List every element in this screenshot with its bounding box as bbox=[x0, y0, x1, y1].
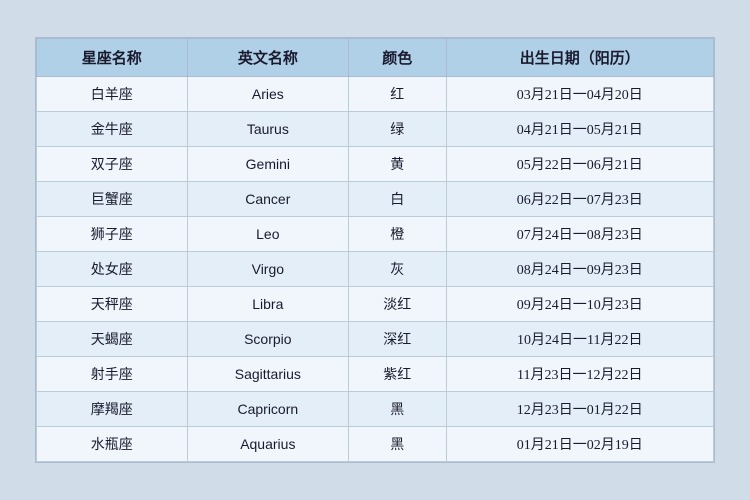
table-header: 星座名称 英文名称 颜色 出生日期（阳历） bbox=[37, 39, 714, 77]
table-row: 白羊座Aries红03月21日一04月20日 bbox=[37, 77, 714, 112]
table-row: 双子座Gemini黄05月22日一06月21日 bbox=[37, 147, 714, 182]
cell-chinese-name: 射手座 bbox=[37, 357, 188, 392]
cell-english-name: Aries bbox=[187, 77, 348, 112]
cell-color: 灰 bbox=[349, 252, 446, 287]
cell-color: 红 bbox=[349, 77, 446, 112]
cell-color: 绿 bbox=[349, 112, 446, 147]
cell-english-name: Leo bbox=[187, 217, 348, 252]
cell-color: 淡红 bbox=[349, 287, 446, 322]
cell-dates: 03月21日一04月20日 bbox=[446, 77, 713, 112]
table-row: 处女座Virgo灰08月24日一09月23日 bbox=[37, 252, 714, 287]
table-row: 摩羯座Capricorn黑12月23日一01月22日 bbox=[37, 392, 714, 427]
cell-chinese-name: 处女座 bbox=[37, 252, 188, 287]
table-row: 狮子座Leo橙07月24日一08月23日 bbox=[37, 217, 714, 252]
cell-chinese-name: 天秤座 bbox=[37, 287, 188, 322]
cell-dates: 01月21日一02月19日 bbox=[446, 427, 713, 462]
cell-english-name: Sagittarius bbox=[187, 357, 348, 392]
cell-chinese-name: 摩羯座 bbox=[37, 392, 188, 427]
table-row: 射手座Sagittarius紫红11月23日一12月22日 bbox=[37, 357, 714, 392]
header-row: 星座名称 英文名称 颜色 出生日期（阳历） bbox=[37, 39, 714, 77]
cell-chinese-name: 金牛座 bbox=[37, 112, 188, 147]
cell-english-name: Taurus bbox=[187, 112, 348, 147]
cell-english-name: Gemini bbox=[187, 147, 348, 182]
header-english-name: 英文名称 bbox=[187, 39, 348, 77]
header-dates: 出生日期（阳历） bbox=[446, 39, 713, 77]
cell-chinese-name: 白羊座 bbox=[37, 77, 188, 112]
cell-color: 黄 bbox=[349, 147, 446, 182]
cell-color: 紫红 bbox=[349, 357, 446, 392]
table-row: 天蝎座Scorpio深红10月24日一11月22日 bbox=[37, 322, 714, 357]
cell-english-name: Scorpio bbox=[187, 322, 348, 357]
cell-dates: 09月24日一10月23日 bbox=[446, 287, 713, 322]
table-body: 白羊座Aries红03月21日一04月20日金牛座Taurus绿04月21日一0… bbox=[37, 77, 714, 462]
cell-dates: 12月23日一01月22日 bbox=[446, 392, 713, 427]
cell-chinese-name: 巨蟹座 bbox=[37, 182, 188, 217]
cell-color: 黑 bbox=[349, 427, 446, 462]
cell-dates: 08月24日一09月23日 bbox=[446, 252, 713, 287]
table-row: 水瓶座Aquarius黑01月21日一02月19日 bbox=[37, 427, 714, 462]
cell-color: 橙 bbox=[349, 217, 446, 252]
table-row: 天秤座Libra淡红09月24日一10月23日 bbox=[37, 287, 714, 322]
cell-dates: 11月23日一12月22日 bbox=[446, 357, 713, 392]
cell-dates: 06月22日一07月23日 bbox=[446, 182, 713, 217]
zodiac-table: 星座名称 英文名称 颜色 出生日期（阳历） 白羊座Aries红03月21日一04… bbox=[36, 38, 714, 462]
header-color: 颜色 bbox=[349, 39, 446, 77]
cell-english-name: Cancer bbox=[187, 182, 348, 217]
cell-chinese-name: 狮子座 bbox=[37, 217, 188, 252]
table-row: 巨蟹座Cancer白06月22日一07月23日 bbox=[37, 182, 714, 217]
cell-color: 深红 bbox=[349, 322, 446, 357]
cell-color: 黑 bbox=[349, 392, 446, 427]
cell-dates: 05月22日一06月21日 bbox=[446, 147, 713, 182]
zodiac-table-container: 星座名称 英文名称 颜色 出生日期（阳历） 白羊座Aries红03月21日一04… bbox=[35, 37, 715, 463]
table-row: 金牛座Taurus绿04月21日一05月21日 bbox=[37, 112, 714, 147]
cell-dates: 10月24日一11月22日 bbox=[446, 322, 713, 357]
cell-english-name: Libra bbox=[187, 287, 348, 322]
cell-chinese-name: 天蝎座 bbox=[37, 322, 188, 357]
cell-dates: 07月24日一08月23日 bbox=[446, 217, 713, 252]
cell-english-name: Virgo bbox=[187, 252, 348, 287]
cell-color: 白 bbox=[349, 182, 446, 217]
cell-dates: 04月21日一05月21日 bbox=[446, 112, 713, 147]
cell-english-name: Aquarius bbox=[187, 427, 348, 462]
cell-chinese-name: 双子座 bbox=[37, 147, 188, 182]
header-chinese-name: 星座名称 bbox=[37, 39, 188, 77]
cell-english-name: Capricorn bbox=[187, 392, 348, 427]
cell-chinese-name: 水瓶座 bbox=[37, 427, 188, 462]
